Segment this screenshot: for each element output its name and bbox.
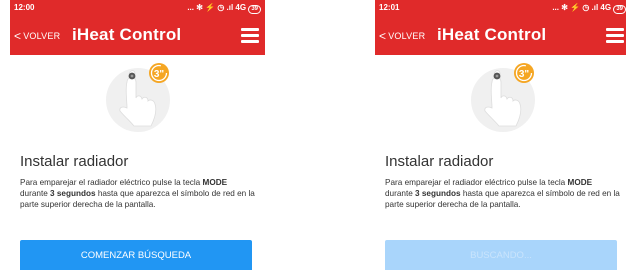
chevron-left-icon: < [14, 29, 22, 43]
countdown-badge: 3" [149, 63, 169, 83]
searching-button: BUSCANDO... [385, 240, 617, 270]
page-title: Instalar radiador [20, 153, 129, 170]
desc-part: durante [20, 189, 51, 198]
battery-icon: 39 [613, 5, 626, 14]
back-label: VOLVER [388, 31, 426, 41]
phone-screen-right: 12:01 ... ✻ ⚡ ◷ .ıl 4G 39 < VOLVER iHeat … [375, 0, 626, 270]
badge-text: 3" [519, 69, 530, 80]
hamburger-menu-icon[interactable] [241, 28, 259, 43]
instructions-text: Para emparejar el radiador eléctrico pul… [385, 177, 620, 210]
status-time: 12:00 [14, 3, 35, 12]
hand-press-illustration: 3" [471, 63, 535, 132]
desc-part: durante [385, 189, 416, 198]
mode-key-text: MODE [567, 178, 593, 187]
phone-screen-left: 12:00 ... ✻ ⚡ ◷ .ıl 4G 39 < VOLVER iHeat … [10, 0, 265, 270]
mode-key-text: MODE [202, 178, 228, 187]
desc-part: Para emparejar el radiador eléctrico pul… [20, 178, 203, 187]
status-bar: 12:01 ... ✻ ⚡ ◷ .ıl 4G 39 [375, 0, 626, 17]
hand-press-illustration: 3" [106, 63, 170, 132]
app-header: < VOLVER iHeat Control [375, 17, 626, 55]
badge-text: 3" [154, 69, 165, 80]
battery-icon: 39 [248, 5, 261, 14]
status-indicators: ... ✻ ⚡ ◷ .ıl 4G [187, 3, 247, 12]
countdown-badge: 3" [514, 63, 534, 83]
duration-text: 3 segundos [50, 189, 96, 198]
back-label: VOLVER [23, 31, 61, 41]
app-header: < VOLVER iHeat Control [10, 17, 265, 55]
page-title: Instalar radiador [385, 153, 494, 170]
chevron-left-icon: < [379, 29, 387, 43]
instructions-text: Para emparejar el radiador eléctrico pul… [20, 177, 255, 210]
status-indicators: ... ✻ ⚡ ◷ .ıl 4G [552, 3, 612, 12]
status-icons: ... ✻ ⚡ ◷ .ıl 4G 39 [552, 3, 626, 14]
back-button[interactable]: < VOLVER [379, 28, 426, 43]
app-title: iHeat Control [437, 25, 547, 44]
duration-text: 3 segundos [415, 189, 461, 198]
status-bar: 12:00 ... ✻ ⚡ ◷ .ıl 4G 39 [10, 0, 265, 17]
app-title: iHeat Control [72, 25, 182, 44]
start-search-button[interactable]: COMENZAR BÚSQUEDA [20, 240, 252, 270]
back-button[interactable]: < VOLVER [14, 28, 61, 43]
status-icons: ... ✻ ⚡ ◷ .ıl 4G 39 [187, 3, 261, 14]
status-time: 12:01 [379, 3, 400, 12]
hamburger-menu-icon[interactable] [606, 28, 624, 43]
desc-part: Para emparejar el radiador eléctrico pul… [385, 178, 568, 187]
